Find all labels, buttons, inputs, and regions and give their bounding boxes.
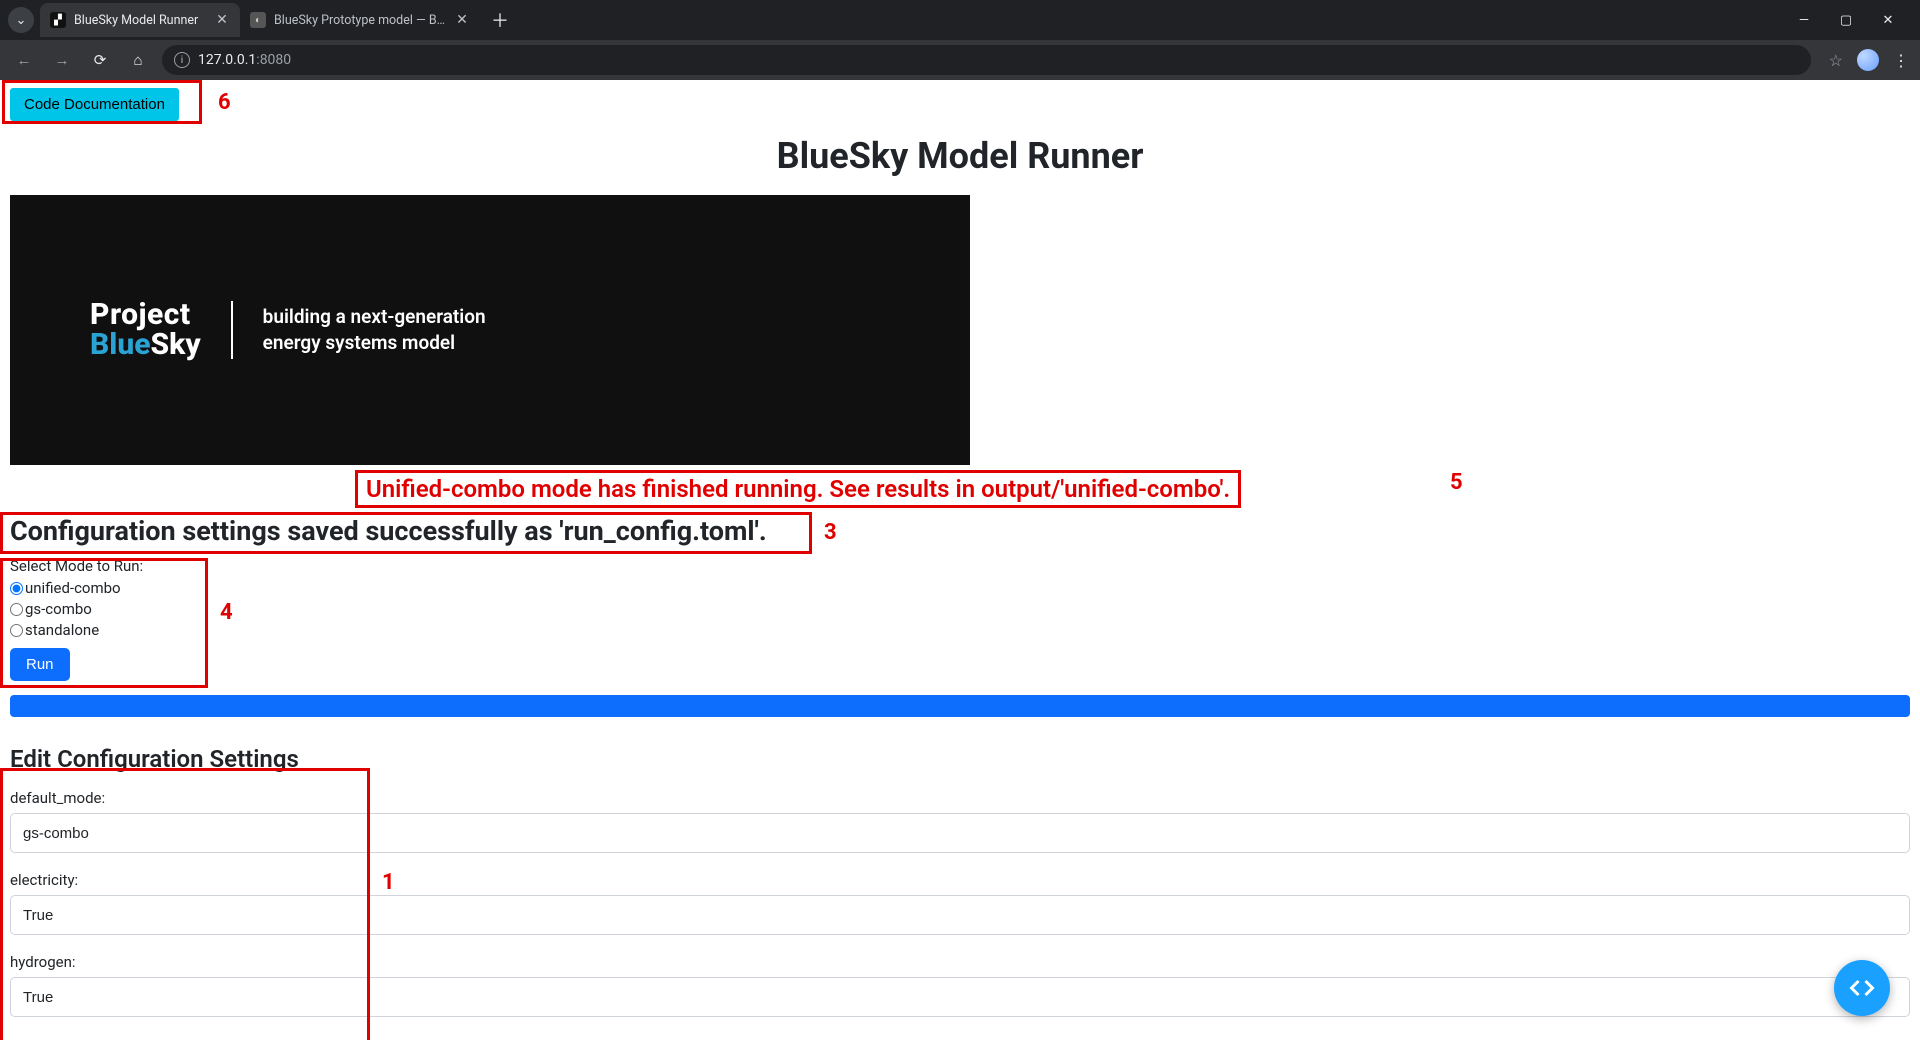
browser-menu-icon[interactable]: ⋮ (1893, 51, 1910, 70)
new-tab-button[interactable]: ＋ (486, 6, 514, 34)
window-minimize-icon[interactable]: ― (1794, 13, 1814, 28)
window-maximize-icon[interactable]: ▢ (1836, 13, 1856, 28)
run-button[interactable]: Run (10, 648, 70, 681)
status-message: Unified-combo mode has finished running.… (355, 470, 1241, 508)
mode-select-block: Select Mode to Run: unified-combo gs-com… (10, 557, 1910, 681)
nav-reload-icon[interactable]: ⟳ (86, 46, 114, 74)
config-saved-heading: Configuration settings saved successfull… (10, 515, 1910, 547)
tab-1[interactable]: ▞ BlueSky Model Runner ✕ (40, 3, 240, 37)
profile-avatar[interactable] (1857, 49, 1879, 71)
mode-option-gs-combo[interactable]: gs-combo (10, 600, 1910, 618)
annotation-num-6: 6 (218, 90, 231, 115)
progress-bar (10, 695, 1910, 717)
tab-1-close-icon[interactable]: ✕ (214, 12, 230, 28)
tab-2-favicon-icon: ◐ (250, 12, 266, 28)
nav-back-icon[interactable]: ← (10, 46, 38, 74)
input-default-mode[interactable] (10, 813, 1910, 853)
tab-1-favicon-icon: ▞ (50, 12, 66, 28)
field-hydrogen: hydrogen: (10, 953, 1910, 1035)
tab-search-dropdown[interactable]: ⌄ (8, 7, 34, 33)
page-title: BlueSky Model Runner (10, 135, 1910, 177)
page-viewport[interactable]: Code Documentation BlueSky Model Runner … (0, 80, 1920, 1040)
field-electricity: electricity: (10, 871, 1910, 953)
input-hydrogen[interactable] (10, 977, 1910, 1017)
bookmark-star-icon[interactable]: ☆ (1829, 51, 1843, 70)
banner-logo-line1: Project (90, 300, 201, 330)
nav-forward-icon[interactable]: → (48, 46, 76, 74)
field-label-hydrogen: hydrogen: (10, 953, 1910, 971)
mode-option-standalone[interactable]: standalone (10, 621, 1910, 639)
annotation-num-5: 5 (1450, 470, 1463, 495)
browser-toolbar: ← → ⟳ ⌂ i 127.0.0.1:8080 ☆ ⋮ (0, 40, 1920, 80)
address-url: 127.0.0.1:8080 (198, 52, 291, 68)
code-angle-icon (1848, 974, 1876, 1002)
nav-home-icon[interactable]: ⌂ (124, 46, 152, 74)
address-bar[interactable]: i 127.0.0.1:8080 (162, 45, 1811, 75)
banner-logo-line2: BlueSky (90, 330, 201, 360)
banner-logo: Project BlueSky (90, 300, 201, 360)
edit-config-heading: Edit Configuration Settings (10, 745, 1910, 773)
field-label-electricity: electricity: (10, 871, 1910, 889)
mode-radio-unified-combo[interactable] (10, 582, 23, 595)
tab-2[interactable]: ◐ BlueSky Prototype model — Bl… ✕ (240, 3, 480, 37)
site-info-icon[interactable]: i (174, 52, 190, 68)
mode-radio-gs-combo[interactable] (10, 603, 23, 616)
tab-strip: ⌄ ▞ BlueSky Model Runner ✕ ◐ BlueSky Pro… (0, 0, 1920, 40)
project-banner: Project BlueSky building a next-generati… (10, 195, 970, 465)
banner-divider (231, 301, 233, 359)
input-electricity[interactable] (10, 895, 1910, 935)
tab-2-close-icon[interactable]: ✕ (454, 12, 470, 28)
tab-2-title: BlueSky Prototype model — Bl… (274, 13, 446, 28)
dash-dev-button[interactable] (1834, 960, 1890, 1016)
tab-1-title: BlueSky Model Runner (74, 13, 206, 28)
field-label-default-mode: default_mode: (10, 789, 1910, 807)
mode-option-unified-combo[interactable]: unified-combo (10, 579, 1910, 597)
mode-radio-standalone[interactable] (10, 624, 23, 637)
mode-select-label: Select Mode to Run: (10, 557, 1910, 575)
field-default-mode: default_mode: (10, 789, 1910, 871)
banner-tagline: building a next-generation energy system… (263, 304, 486, 355)
window-close-icon[interactable]: ✕ (1878, 13, 1898, 28)
code-documentation-button[interactable]: Code Documentation (10, 88, 179, 121)
